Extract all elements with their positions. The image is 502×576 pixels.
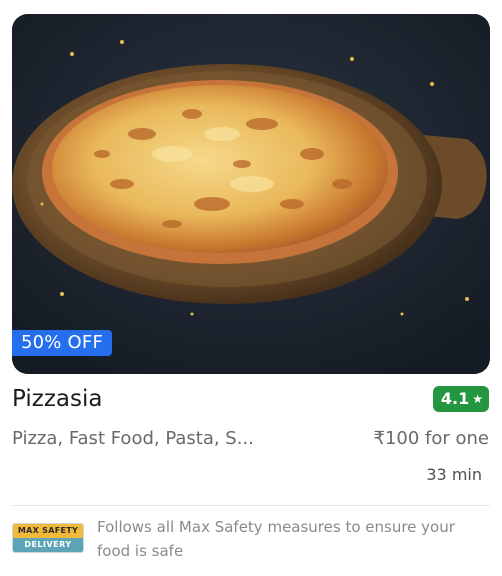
offer-badge: 50% OFF: [12, 330, 113, 356]
safety-logo-top: MAX SAFETY: [13, 524, 83, 538]
price-for-one: ₹100 for one: [373, 428, 490, 449]
star-icon: ★: [472, 392, 483, 406]
max-safety-logo: MAX SAFETY DELIVERY: [12, 523, 84, 553]
divider: [12, 505, 490, 506]
pizza-photo: [12, 14, 490, 374]
rating-value: 4.1: [440, 389, 470, 408]
restaurant-name[interactable]: Pizzasia: [12, 386, 102, 412]
restaurant-image[interactable]: [12, 14, 490, 374]
safety-description: Follows all Max Safety measures to ensur…: [97, 518, 455, 560]
safety-logo-bottom: DELIVERY: [13, 538, 83, 552]
delivery-time: 33 min: [426, 465, 482, 484]
rating-badge: 4.1 ★: [432, 386, 489, 412]
cuisine-list: Pizza, Fast Food, Pasta, S...: [12, 428, 254, 449]
restaurant-card[interactable]: 50% OFF Pizzasia 4.1 ★ Pizza, Fast Food,…: [0, 0, 502, 576]
